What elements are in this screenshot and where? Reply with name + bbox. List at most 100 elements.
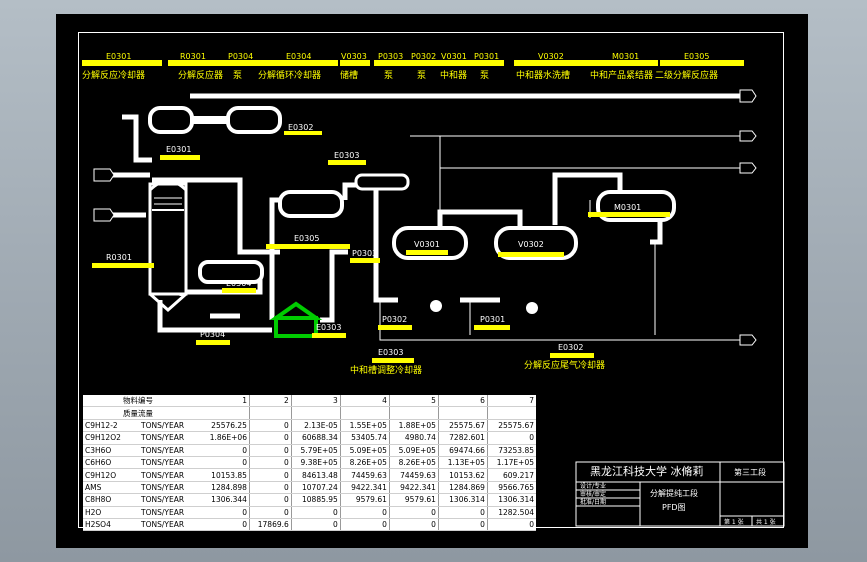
row-value: 74459.63 <box>389 468 439 482</box>
row-value: 0 <box>249 493 292 507</box>
row-value: 5.09E+05 <box>389 444 439 457</box>
row-component: C6H6O <box>83 456 139 470</box>
row-component: C9H12O2 <box>83 431 139 445</box>
row-value: 609.217 <box>487 468 536 482</box>
top-name: 泵 <box>417 70 426 81</box>
top-name: 泵 <box>384 70 393 81</box>
row-value: 7282.601 <box>438 431 488 445</box>
top-name: 泵 <box>480 70 489 81</box>
top-name: 分解反应器 <box>178 69 223 81</box>
row-component: H2O <box>83 506 139 519</box>
bottom-code-e0303: E0303 <box>378 348 403 357</box>
tag-e0301: E0301 <box>166 145 191 154</box>
row-value: 5.79E+05 <box>291 444 341 457</box>
row-value: 0 <box>340 506 390 519</box>
row-value: 25575.67 <box>438 419 488 433</box>
row-value: 0 <box>389 518 439 532</box>
top-code: M0301 <box>612 52 639 61</box>
col-header: 4 <box>340 395 390 408</box>
table-row: H2O TONS/YEAR 0 0 0 0 0 0 1282.504 <box>83 506 536 519</box>
row-value: 1.17E+05 <box>487 456 536 470</box>
table-row: C9H12O2 TONS/YEAR 1.86E+06 0 60688.34 53405.7… <box>83 431 536 445</box>
title-row-b: 审核/审定 <box>580 490 606 498</box>
row-value: 0 <box>249 419 292 433</box>
tag-e0304: E0304 <box>226 279 251 288</box>
row-value: 0 <box>291 518 341 532</box>
row-value: 0 <box>487 431 536 445</box>
title-total: 共 1 张 <box>756 518 776 526</box>
row-value: 8.26E+05 <box>389 456 439 470</box>
row-value: 1284.869 <box>438 481 488 495</box>
row-unit: TONS/YEAR <box>139 518 201 532</box>
table-row: H2SO4 TONS/YEAR 0 17869.6 0 0 0 0 0 <box>83 518 536 532</box>
top-name: 二级分解反应器 <box>655 69 718 81</box>
row-value: 74459.63 <box>340 468 390 482</box>
row-unit: TONS/YEAR <box>139 456 201 470</box>
row-value: 1.55E+05 <box>340 419 390 433</box>
row-component: AMS <box>83 481 139 495</box>
title-section: 第三工段 <box>734 467 766 477</box>
row-value: 0 <box>389 506 439 519</box>
row-value: 84613.48 <box>291 468 341 482</box>
row-component: H2SO4 <box>83 518 139 532</box>
heat-exchanger-e0303 <box>354 173 410 191</box>
row-value: 9422.341 <box>389 481 439 495</box>
row-unit: TONS/YEAR <box>139 419 201 433</box>
row-value: 0 <box>438 518 488 532</box>
tag-v0302: V0302 <box>518 240 544 249</box>
tag-p0303: P0303 <box>352 249 377 258</box>
tag-e0303-low: E0303 <box>316 323 341 332</box>
row-value: 0 <box>291 506 341 519</box>
row-value: 1282.504 <box>487 506 536 519</box>
row-component: C9H12O <box>83 468 139 482</box>
row-value: 0 <box>487 518 536 532</box>
row-value: 10885.95 <box>291 493 341 507</box>
row-unit: TONS/YEAR <box>139 481 201 495</box>
top-name: 储槽 <box>340 69 358 81</box>
row-value: 9422.341 <box>340 481 390 495</box>
row-value: 73253.85 <box>487 444 536 457</box>
title-school: 黑龙江科技大学 冰脩莉 <box>590 464 704 478</box>
row-value: 1306.344 <box>201 493 250 507</box>
table-subheader-row: 质量流量 <box>83 406 536 420</box>
tag-e0303: E0303 <box>334 151 359 160</box>
top-name: 中和器水洗槽 <box>516 69 570 81</box>
tag-r0301: R0301 <box>106 253 132 262</box>
top-code: P0304 <box>228 52 253 61</box>
top-codes: E0301 R0301 P0304 E0304 V0303 P0303 P030… <box>106 52 709 61</box>
row-value: 0 <box>201 506 250 519</box>
row-value: 0 <box>249 444 292 457</box>
col-header: 6 <box>438 395 488 408</box>
row-component: C9H12-2 <box>83 419 139 433</box>
title-row-a: 设计/专业 <box>580 482 606 490</box>
vessel-v0303 <box>269 301 323 338</box>
row-value: 1.88E+05 <box>389 419 439 433</box>
reactor-r0301 <box>148 179 188 313</box>
col-header: 3 <box>291 395 341 408</box>
table-row: C9H12O TONS/YEAR 10153.85 0 84613.48 74459.63… <box>83 468 536 482</box>
row-component: C8H8O <box>83 493 139 507</box>
row-value: 9579.61 <box>389 493 439 507</box>
row-value: 60688.34 <box>291 431 341 445</box>
row-value: 0 <box>249 481 292 495</box>
tag-e0305: E0305 <box>294 234 319 243</box>
top-name: 分解反应冷却器 <box>82 69 145 81</box>
title-drawing-name: 分解提纯工段 <box>650 488 698 498</box>
row-value: 0 <box>201 518 250 532</box>
table-header-row: 物料编号 1 2 3 4 5 6 7 <box>83 395 536 408</box>
row-value: 1306.314 <box>438 493 488 507</box>
bottom-name-e0303: 中和槽调整冷却器 <box>350 364 422 376</box>
row-value: 0 <box>340 518 390 532</box>
row-value: 10153.62 <box>438 468 488 482</box>
title-sheet: 第 1 张 <box>724 518 744 526</box>
row-unit: TONS/YEAR <box>139 468 201 482</box>
row-value: 10153.85 <box>201 468 250 482</box>
row-value: 9.38E+05 <box>291 456 341 470</box>
row-value: 10707.24 <box>291 481 341 495</box>
top-code: E0304 <box>286 52 311 61</box>
top-names: 分解反应冷却器 分解反应器 泵 分解循环冷却器 储槽 泵 泵 中和器 泵 中和器… <box>82 69 718 81</box>
row-value: 25576.25 <box>201 419 250 433</box>
top-code: V0303 <box>341 52 367 61</box>
row-value: 8.26E+05 <box>340 456 390 470</box>
row-value: 0 <box>249 456 292 470</box>
